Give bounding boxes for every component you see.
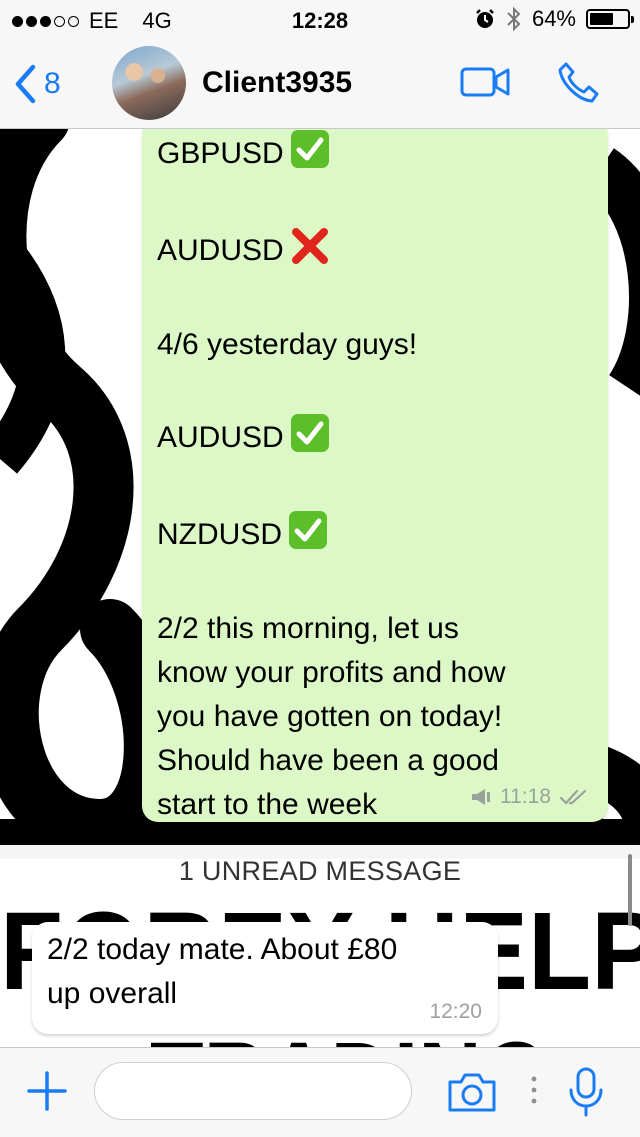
avatar[interactable] bbox=[112, 46, 186, 120]
outgoing-message-line: 2/2 this morning, let us bbox=[157, 612, 459, 645]
message-input-bar bbox=[0, 1047, 640, 1137]
outgoing-message-text: GBPUSD AUDUSD 4/6 yesterday guys! AUDUSD NZD… bbox=[157, 129, 506, 827]
alarm-icon bbox=[476, 9, 494, 28]
broadcast-icon bbox=[472, 789, 490, 805]
outgoing-message-line bbox=[157, 367, 506, 413]
check-mark-icon bbox=[289, 511, 327, 549]
status-right: 64% bbox=[474, 6, 634, 32]
outgoing-message-line: you have gotten on today! bbox=[157, 700, 503, 733]
outgoing-message-line bbox=[157, 460, 506, 510]
bluetooth-icon bbox=[507, 6, 521, 32]
video-call-icon[interactable] bbox=[460, 62, 512, 102]
status-bar: EE 4G 12:28 64% bbox=[0, 0, 640, 40]
outgoing-message-line: know your profits and how bbox=[157, 656, 506, 689]
outgoing-message-line: AUDUSD bbox=[157, 226, 506, 273]
incoming-message-text: 2/2 today mate. About £80 up overall bbox=[47, 928, 397, 1016]
outgoing-message-line: AUDUSD bbox=[157, 413, 506, 460]
more-options-icon[interactable] bbox=[530, 1075, 538, 1105]
plus-icon[interactable] bbox=[26, 1070, 68, 1112]
check-mark-icon bbox=[290, 414, 329, 452]
outgoing-message-meta: 11:18 bbox=[470, 785, 589, 809]
outgoing-message-line: NZDUSD bbox=[157, 510, 506, 557]
cross-mark-icon bbox=[291, 228, 328, 264]
outgoing-message-line bbox=[157, 176, 506, 226]
incoming-message-bubble[interactable]: 2/2 today mate. About £80 up overall 12:… bbox=[32, 922, 498, 1034]
unread-chats-count: 8 bbox=[44, 67, 61, 100]
outgoing-message-line: start to the week bbox=[157, 788, 378, 821]
battery-percent: 64% bbox=[531, 6, 576, 31]
chat-area[interactable]: FOREX HELP TRADING GBPUSDAUDUSD4/6 yeste… bbox=[0, 129, 640, 1047]
outgoing-message-line: Should have been a good bbox=[157, 744, 499, 777]
unread-messages-banner: 1 UNREAD MESSAGE bbox=[0, 845, 640, 897]
battery-icon bbox=[586, 9, 634, 29]
incoming-message-line: 2/2 today mate. About £80 bbox=[47, 933, 398, 966]
back-button[interactable]: 8 bbox=[14, 64, 61, 104]
camera-icon[interactable] bbox=[446, 1070, 498, 1114]
incoming-message-time: 12:20 bbox=[429, 1000, 482, 1023]
phone-call-icon[interactable] bbox=[556, 60, 602, 106]
outgoing-message-time: 11:18 bbox=[500, 785, 551, 808]
outgoing-message-line: 4/6 yesterday guys! bbox=[157, 328, 418, 361]
double-check-icon bbox=[559, 789, 587, 805]
message-input[interactable] bbox=[94, 1062, 412, 1120]
chat-header: 8 Client3935 bbox=[0, 40, 640, 129]
check-mark-icon bbox=[290, 130, 329, 168]
contact-name[interactable]: Client3935 bbox=[202, 66, 352, 100]
outgoing-message-line bbox=[157, 557, 506, 607]
outgoing-message-line: GBPUSD bbox=[157, 129, 506, 176]
outgoing-message-line bbox=[157, 273, 506, 323]
scrollbar[interactable] bbox=[628, 854, 632, 926]
microphone-icon[interactable] bbox=[566, 1066, 606, 1118]
chevron-left-icon bbox=[15, 64, 36, 104]
incoming-message-line: up overall bbox=[47, 977, 178, 1010]
